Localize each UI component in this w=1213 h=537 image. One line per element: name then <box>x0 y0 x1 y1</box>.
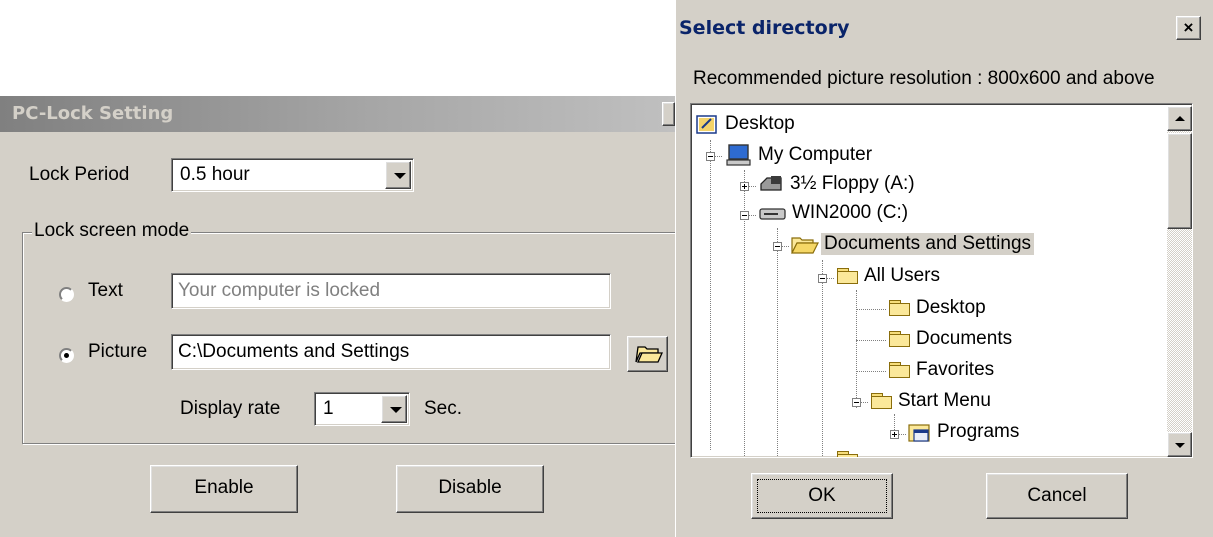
lock-period-dropdown-button[interactable] <box>385 161 411 189</box>
expand-toggle-icon[interactable] <box>890 430 899 439</box>
tree-node-documents[interactable]: Documents <box>889 327 1149 353</box>
picture-path-input[interactable]: C:\Documents and Settings <box>171 334 611 370</box>
folder-icon <box>871 393 893 410</box>
collapse-toggle-icon[interactable] <box>852 398 861 407</box>
scroll-down-button[interactable] <box>1167 432 1192 457</box>
tree-connector-line <box>856 340 886 341</box>
text-mode-label[interactable]: Text <box>88 280 123 302</box>
tree-node-label: Documents <box>916 328 1013 349</box>
tree-vertical-scrollbar[interactable] <box>1167 106 1192 457</box>
collapse-toggle-icon[interactable] <box>740 211 749 220</box>
tree-node-floppy[interactable]: 3½ Floppy (A:) <box>759 172 1059 198</box>
lock-dialog-titlebar[interactable]: PC-Lock Setting <box>0 96 675 132</box>
expand-toggle-icon[interactable] <box>740 182 749 191</box>
tree-node-my-computer[interactable]: My Computer <box>726 142 1026 168</box>
chevron-down-icon <box>1175 443 1185 448</box>
display-rate-label: Display rate <box>180 398 281 419</box>
tree-node-label: Programs <box>937 421 1020 442</box>
collapse-toggle-icon[interactable] <box>706 152 715 161</box>
chevron-up-icon <box>1175 116 1185 121</box>
tree-node-all-users-desktop[interactable]: Desktop <box>889 296 1149 322</box>
tree-node-documents-and-settings[interactable]: Documents and Settings <box>791 232 1111 258</box>
tree-node-programs[interactable]: Programs <box>908 420 1168 446</box>
programs-folder-icon <box>908 424 930 442</box>
hard-drive-icon <box>759 208 786 220</box>
lock-screen-mode-label: Lock screen mode <box>32 220 192 242</box>
display-rate-value: 1 <box>323 398 334 419</box>
display-rate-select[interactable]: 1 <box>314 392 410 426</box>
tree-node-label: Favorites <box>916 359 995 380</box>
cancel-button[interactable]: Cancel <box>986 473 1128 519</box>
folder-icon <box>837 451 859 457</box>
folder-icon <box>889 300 911 317</box>
tree-node-win2000[interactable]: WIN2000 (C:) <box>759 201 1059 227</box>
ok-button-label: OK <box>757 479 887 513</box>
enable-button[interactable]: Enable <box>150 465 298 513</box>
text-mode-radio[interactable] <box>59 287 74 302</box>
tree-node-all-users[interactable]: All Users <box>837 264 1137 290</box>
lock-period-select[interactable]: 0.5 hour <box>171 158 414 192</box>
dir-dialog-title: Select directory <box>679 17 850 39</box>
tree-connector-line <box>777 228 778 457</box>
tree-node-label: All Users <box>864 265 941 286</box>
scroll-thumb[interactable] <box>1167 133 1192 229</box>
tree-node-label: Desktop <box>725 113 795 134</box>
tree-connector-line <box>822 260 823 457</box>
display-rate-unit: Sec. <box>424 398 463 419</box>
lock-dialog-close-button[interactable] <box>662 102 675 126</box>
tree-connector-line <box>856 309 886 310</box>
floppy-drive-icon <box>760 176 782 191</box>
tree-node-label: 3½ Floppy (A:) <box>790 173 915 194</box>
directory-tree[interactable]: Desktop My Computer 3½ Floppy (A:) WIN20… <box>690 103 1193 458</box>
tree-node-label: Documents and Settings <box>821 233 1035 255</box>
lock-text-value: Your computer is locked <box>178 280 381 301</box>
lock-period-label: Lock Period <box>29 164 130 185</box>
tree-node-desktop[interactable]: Desktop <box>695 112 995 138</box>
tree-node-label: WIN2000 (C:) <box>792 202 909 223</box>
collapse-toggle-icon[interactable] <box>773 242 782 251</box>
browse-folder-button[interactable] <box>627 336 668 372</box>
pc-lock-setting-dialog: PC-Lock Setting Lock Period 0.5 hour Loc… <box>0 96 682 537</box>
lock-text-input[interactable]: Your computer is locked <box>171 273 611 309</box>
tree-node-start-menu[interactable]: Start Menu <box>871 389 1151 415</box>
scroll-up-button[interactable] <box>1167 106 1192 131</box>
dir-dialog-close-button[interactable]: × <box>1176 16 1201 40</box>
picture-path-value: C:\Documents and Settings <box>178 341 410 362</box>
collapse-toggle-icon[interactable] <box>818 274 827 283</box>
display-rate-dropdown-button[interactable] <box>381 395 407 423</box>
desktop-icon <box>696 115 717 134</box>
folder-open-icon <box>635 346 664 363</box>
computer-icon <box>726 144 751 166</box>
folder-icon <box>889 331 911 348</box>
picture-mode-label[interactable]: Picture <box>88 341 147 363</box>
tree-connector-line <box>856 371 886 372</box>
tree-node-favorites[interactable]: Favorites <box>889 358 1149 384</box>
chevron-down-icon <box>394 173 406 179</box>
resolution-hint: Recommended picture resolution : 800x600… <box>693 68 1155 89</box>
lock-period-value: 0.5 hour <box>180 164 250 185</box>
radio-selected-dot <box>64 353 69 358</box>
disable-button[interactable]: Disable <box>396 465 544 513</box>
folder-icon <box>837 268 859 285</box>
tree-connector-line <box>856 290 857 408</box>
folder-open-icon <box>791 237 819 254</box>
close-icon: × <box>1183 18 1194 37</box>
chevron-down-icon <box>390 407 402 413</box>
tree-node-label: Start Menu <box>898 390 991 411</box>
folder-icon <box>889 362 911 379</box>
tree-node-label: My Computer <box>758 144 873 165</box>
ok-button[interactable]: OK <box>751 473 893 519</box>
select-directory-dialog: Select directory × Recommended picture r… <box>675 0 1213 537</box>
picture-mode-radio[interactable] <box>59 348 74 363</box>
tree-node-label: Desktop <box>916 297 986 318</box>
tree-connector-line <box>710 140 711 450</box>
